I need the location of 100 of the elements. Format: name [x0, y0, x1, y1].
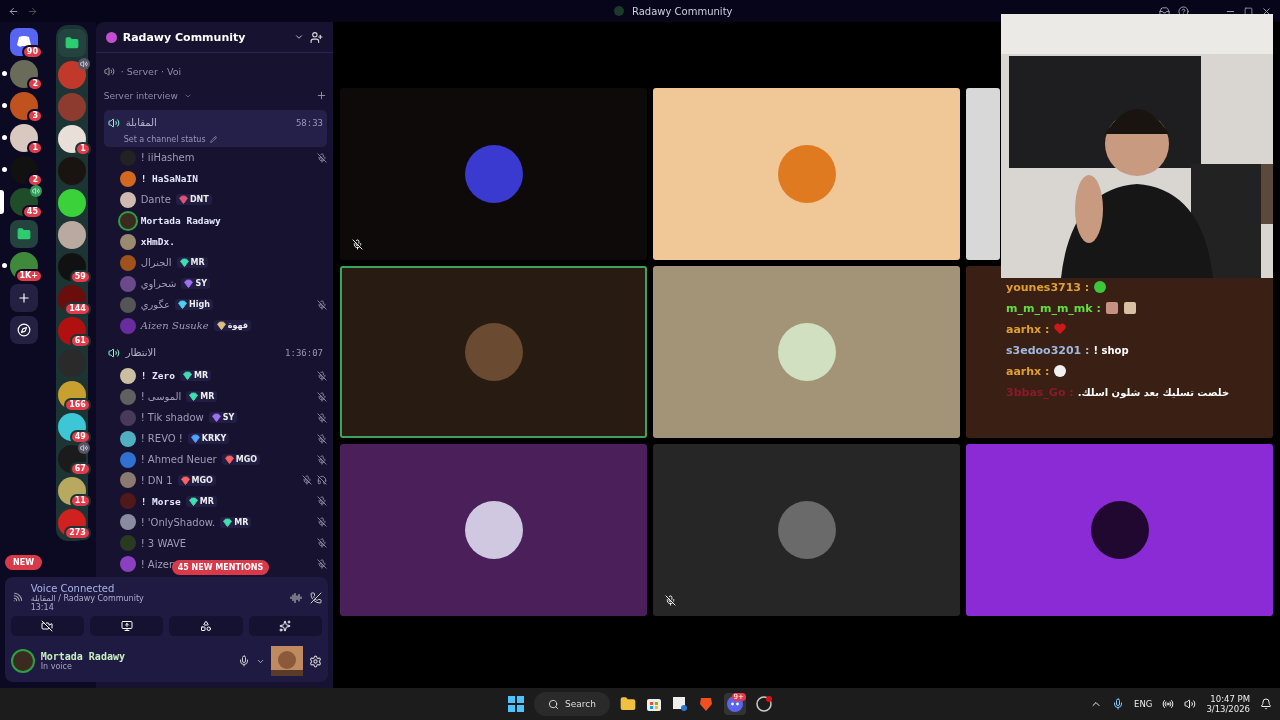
video-tile[interactable]: [340, 444, 647, 616]
clock-time[interactable]: 10:47 PM: [1210, 694, 1250, 704]
video-tile[interactable]: [340, 266, 647, 438]
member-name[interactable]: ! Tik shadow: [140, 412, 204, 424]
server-icon: [105, 31, 117, 43]
mention-badge: 273: [64, 526, 91, 540]
server-icon[interactable]: [57, 221, 86, 249]
category-name[interactable]: Server interview: [103, 90, 178, 101]
voice-location[interactable]: المقابلة / Radawy Community: [30, 594, 282, 603]
member-tag: DNT: [175, 194, 212, 206]
mention-badge: 11: [69, 494, 91, 508]
invite-icon[interactable]: [310, 30, 323, 44]
language-indicator[interactable]: ENG: [1134, 699, 1153, 709]
member-name[interactable]: ! DN 1: [140, 475, 173, 486]
server-folder[interactable]: [10, 220, 38, 248]
activities-button[interactable]: [169, 616, 243, 636]
avatar: [777, 145, 836, 203]
member-name[interactable]: ! HaSaNaIN: [140, 173, 198, 185]
discover-button[interactable]: [10, 316, 38, 344]
controller-icon: [16, 36, 32, 48]
server-icon[interactable]: [10, 156, 38, 184]
server-icon[interactable]: [10, 124, 38, 152]
channel-name[interactable]: المقابلة: [125, 117, 290, 129]
member-name[interactable]: Aizen Susuke: [140, 320, 209, 332]
server-icon[interactable]: [10, 60, 38, 88]
channel-name[interactable]: الانتظار: [125, 347, 280, 359]
muted-icon: [317, 517, 327, 528]
member-name[interactable]: ! الموسى: [140, 391, 182, 403]
help-icon[interactable]: [1178, 5, 1189, 17]
deafened-icon: [317, 475, 327, 486]
disconnect-icon[interactable]: [310, 591, 322, 604]
speaker-icon: [107, 116, 120, 129]
server-icon[interactable]: [57, 189, 86, 217]
member-tag: MR: [176, 257, 208, 269]
member-name[interactable]: شحراوي: [140, 278, 177, 290]
back-icon[interactable]: [8, 5, 19, 17]
member-name[interactable]: Dante: [140, 194, 171, 206]
notification-icon[interactable]: [1260, 698, 1272, 710]
member-name[interactable]: الجنرال: [140, 257, 172, 269]
server-folder[interactable]: [57, 29, 86, 57]
new-badge[interactable]: NEW: [5, 555, 42, 570]
video-tile[interactable]: [653, 88, 960, 260]
member-name[interactable]: xHmDx.: [140, 236, 175, 248]
volume-icon[interactable]: [1184, 698, 1197, 710]
inbox-icon[interactable]: [1159, 5, 1170, 17]
mention-badge: 49: [69, 430, 91, 444]
network-icon[interactable]: [1162, 698, 1175, 710]
video-tile[interactable]: [966, 444, 1273, 616]
member-name[interactable]: Mortada Radawy: [140, 215, 221, 227]
close-icon[interactable]: [1261, 5, 1272, 17]
plus-icon[interactable]: [316, 90, 327, 102]
mention-badge: 90: [21, 45, 43, 59]
server-name[interactable]: Radawy Community: [122, 30, 288, 44]
settings-icon[interactable]: [309, 654, 322, 668]
direct-messages-button[interactable]: [10, 28, 38, 56]
video-tile[interactable]: [340, 88, 647, 260]
search-button[interactable]: Search: [534, 692, 610, 716]
member-name[interactable]: ! Ahmed Neuer: [140, 454, 217, 465]
screen-share-button[interactable]: [90, 616, 164, 636]
mention-badge: 166: [64, 398, 91, 412]
plus-icon: [17, 291, 31, 305]
mentions-badge[interactable]: 45 NEW MENTIONS: [171, 560, 270, 575]
shapes-icon: [200, 620, 212, 632]
microphone-icon[interactable]: [1112, 698, 1125, 710]
maximize-icon[interactable]: [1244, 6, 1253, 16]
member-name[interactable]: ! REVO !: [140, 433, 183, 444]
windows-start-icon[interactable]: [508, 696, 524, 712]
channel-name[interactable]: · Server · Voi: [120, 65, 182, 77]
folder-icon[interactable]: [619, 696, 636, 712]
sound-wave-icon[interactable]: [290, 591, 302, 604]
camera-off-button[interactable]: [10, 616, 84, 636]
muted-icon: [317, 391, 327, 402]
member-name[interactable]: ! Morse: [140, 495, 181, 507]
microphone-icon[interactable]: [238, 655, 250, 667]
mention-badge: 67: [69, 462, 91, 476]
add-server-button[interactable]: [10, 284, 38, 312]
video-tile[interactable]: [653, 444, 960, 616]
compass-icon: [17, 323, 31, 337]
channel-timer: 1:36:07: [285, 347, 323, 358]
member-tag: MR: [186, 391, 218, 403]
mention-badge: 3: [27, 109, 43, 123]
pencil-icon: [209, 135, 217, 143]
video-tile[interactable]: [966, 88, 1000, 260]
member-name[interactable]: عگوري: [140, 299, 170, 311]
member-name[interactable]: ! 'OnlyShadow.: [140, 516, 216, 528]
member-name[interactable]: ! 3 WAVE: [140, 537, 187, 549]
server-icon[interactable]: [57, 317, 86, 345]
member-name[interactable]: ! iiHashem: [140, 152, 195, 164]
member-tag: MR: [220, 516, 252, 528]
soundboard-button[interactable]: [248, 616, 322, 636]
server-icon[interactable]: [57, 253, 86, 281]
clock-date[interactable]: 3/13/2026: [1206, 704, 1250, 714]
member-name[interactable]: ! Zero: [140, 370, 175, 382]
server-icon[interactable]: [57, 477, 86, 505]
server-icon[interactable]: [57, 125, 86, 153]
channel-timer: 58:33: [295, 117, 323, 128]
video-tile[interactable]: [653, 266, 960, 438]
server-icon[interactable]: [57, 413, 86, 441]
server-icon[interactable]: [10, 92, 38, 120]
channel-status[interactable]: Set a channel status: [123, 134, 206, 144]
